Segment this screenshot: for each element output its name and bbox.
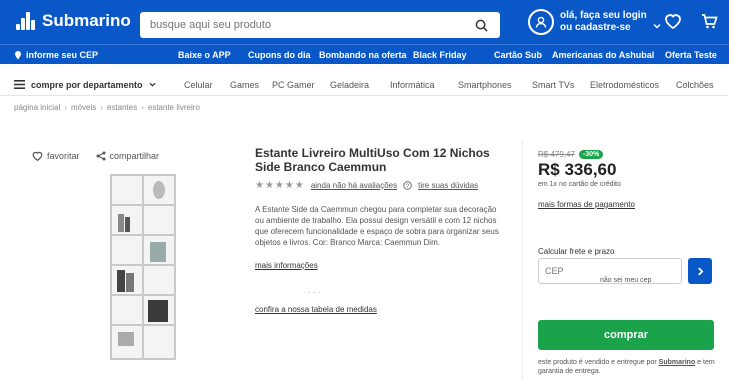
divider [522,140,523,380]
rating-link[interactable]: ainda não há avaliações [311,181,397,190]
cep-selector[interactable]: informe seu CEP [14,50,98,60]
product-actions: favoritar compartilhar [32,151,159,161]
questions-link[interactable]: tire suas dúvidas [418,181,478,190]
header: Submarino olá, faça seu login ou cadastr… [0,0,729,44]
cep-text: informe seu CEP [26,49,99,60]
unknown-cep-link[interactable]: não sei meu cep [600,277,651,284]
breadcrumb-separator: › [100,103,103,112]
location-pin-icon [15,50,21,59]
seller-name[interactable]: Submarino [659,359,696,366]
nav-item-celular[interactable]: Celular [184,80,213,90]
nav-item-eletrodomesticos[interactable]: Eletrodomésticos [590,80,659,90]
breadcrumb-separator: › [141,103,144,112]
favorites-button[interactable] [664,13,682,34]
cart-icon [702,14,718,29]
breadcrumb-item[interactable]: página inicial [14,103,60,112]
subbar-link-offers[interactable]: Bombando na oferta [319,50,407,60]
current-price: R$ 336,60 [538,160,617,179]
heart-icon [32,151,43,161]
logo-text: Submarino [42,11,131,30]
departments-menu[interactable]: compre por departamento [14,80,156,90]
nav-item-smartphones[interactable]: Smartphones [458,80,512,90]
breadcrumb-separator: › [64,103,67,112]
logo-mark-icon [14,9,38,33]
departments-label: compre por departamento [31,79,143,90]
product-description: A Estante Side da Caemmun chegou para co… [255,205,499,247]
search-bar [140,12,500,38]
more-info-link[interactable]: mais informações [255,261,318,270]
sub-header: informe seu CEP Baixe o APP Cupons do di… [0,44,729,64]
nav-item-smart-tvs[interactable]: Smart TVs [532,80,574,90]
question-icon: ? [403,181,412,190]
subbar-link-coupons[interactable]: Cupons do dia [248,50,311,60]
department-nav: compre por departamento Celular Games PC… [0,74,729,96]
discount-badge: -30% [578,150,604,159]
account-menu[interactable]: olá, faça seu login ou cadastre-se [528,9,661,35]
old-price: R$ 479,47 [538,150,575,159]
logo[interactable]: Submarino [14,9,131,33]
product-title: Estante Livreiro MultiUso Com 12 Nichos … [255,146,490,174]
share-icon [96,151,106,161]
seller-text: este produto é vendido e entregue por [538,359,657,366]
rating-stars: ★★★★★ [255,180,305,191]
account-greeting: olá, faça seu login [560,10,647,21]
svg-text:?: ? [406,183,410,190]
search-button[interactable] [472,16,490,34]
subbar-link-stores[interactable]: Americanas do Ashubal [552,50,654,60]
nav-item-geladeira[interactable]: Geladeira [330,80,369,90]
old-price-row: R$ 479,47 -30% [538,150,604,159]
product-image[interactable] [108,172,178,362]
subbar-link-test[interactable]: Oferta Teste [665,50,717,60]
breadcrumb-item[interactable]: estante livreiro [148,103,200,112]
buy-button[interactable]: comprar [538,320,714,350]
menu-icon [14,80,25,89]
size-table-link[interactable]: confira a nossa tabela de medidas [255,305,377,314]
user-icon [528,9,554,35]
share-button[interactable]: compartilhar [96,151,160,161]
nav-item-colchoes[interactable]: Colchões [676,80,714,90]
share-label: compartilhar [109,151,160,161]
breadcrumb-item[interactable]: móveis [71,103,96,112]
heart-icon [665,14,681,30]
search-input[interactable] [150,19,472,31]
nav-item-games[interactable]: Games [230,80,259,90]
subbar-link-card[interactable]: Cartão Sub [494,50,542,60]
chevron-right-icon [697,267,703,275]
favorite-button[interactable]: favoritar [32,151,80,161]
seller-info: este produto é vendido e entregue por Su… [538,358,718,376]
payment-options-link[interactable]: mais formas de pagamento [538,200,635,209]
cart-button[interactable] [700,12,718,35]
bookshelf-illustration [110,174,176,360]
nav-item-informatica[interactable]: Informática [390,80,435,90]
breadcrumb: página inicial › móveis › estantes › est… [14,103,200,112]
product-rating: ★★★★★ ainda não há avaliações ? tire sua… [255,180,478,191]
nav-item-pc-gamer[interactable]: PC Gamer [272,80,315,90]
cep-submit-button[interactable] [688,258,712,284]
breadcrumb-item[interactable]: estantes [107,103,137,112]
dots-separator: · · · [308,288,321,297]
account-signup: ou cadastre-se [560,22,631,33]
subbar-link-app[interactable]: Baixe o APP [178,50,231,60]
chevron-down-icon [653,24,661,29]
shipping-label: Calcular frete e prazo [538,247,615,256]
chevron-down-icon [148,82,156,87]
subbar-link-black-friday[interactable]: Black Friday [413,50,467,60]
favorite-label: favoritar [47,151,80,161]
search-icon [475,19,488,32]
price-note: em 1x no cartão de crédito [538,181,621,188]
